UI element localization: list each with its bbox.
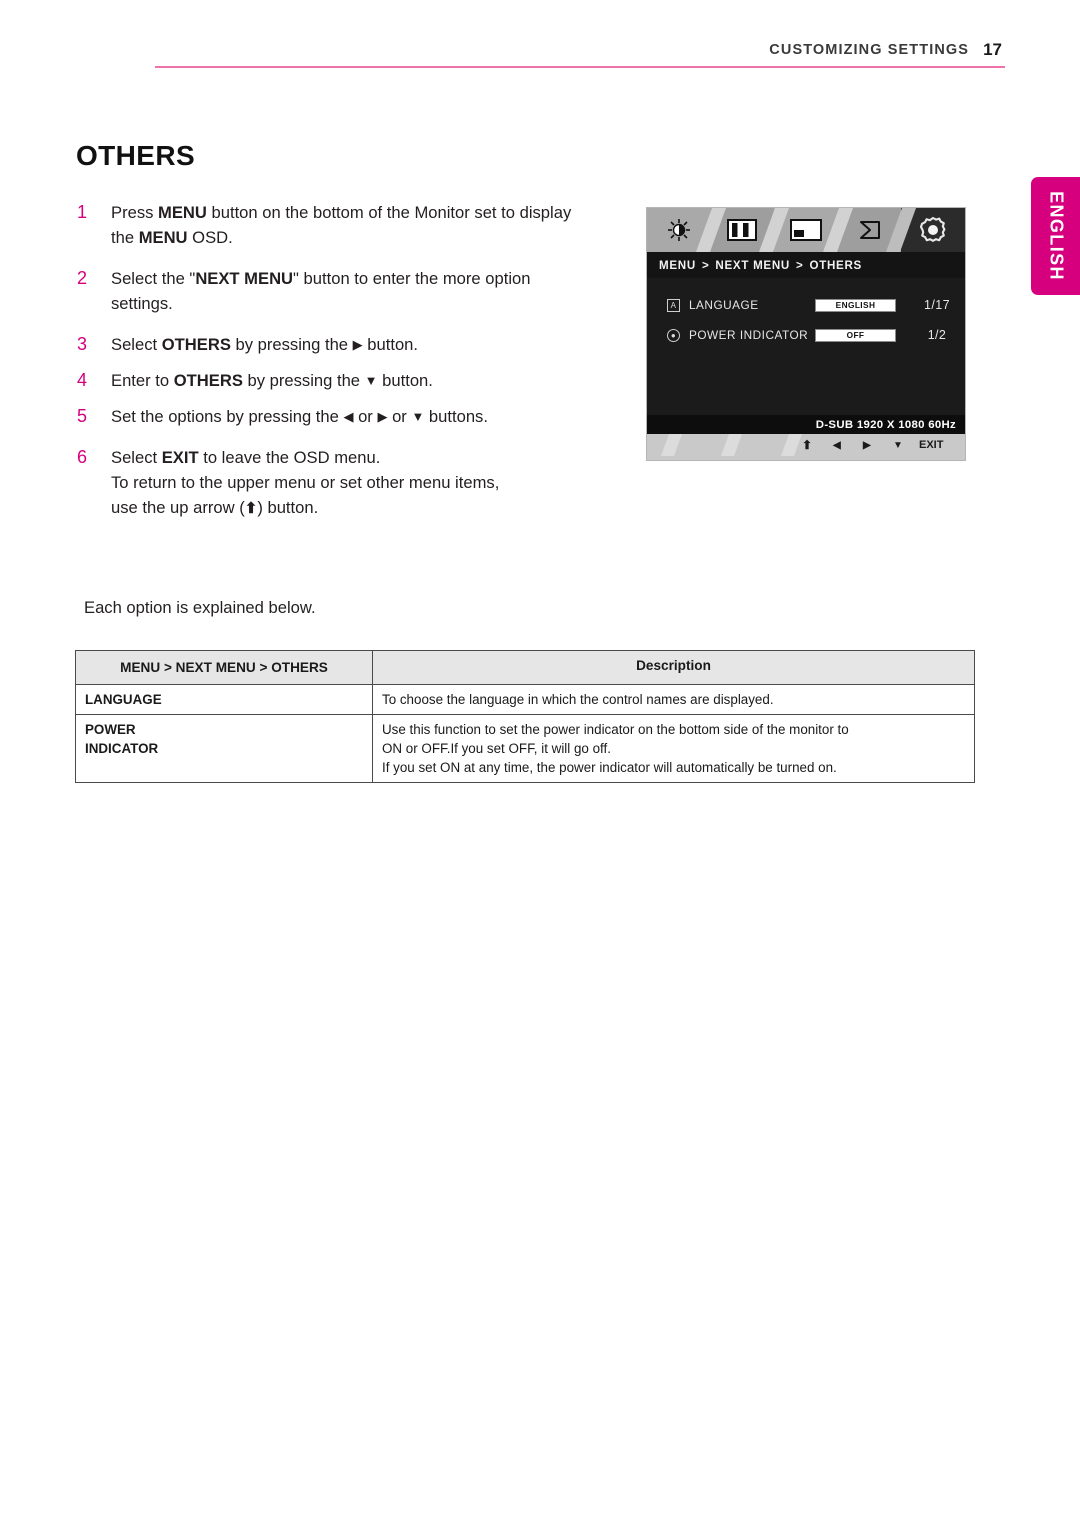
osd-button-down[interactable]: ▼ [893,440,903,451]
desc-line: If you set ON at any time, the power ind… [382,760,837,775]
picture-icon [789,219,822,241]
foot-divider-1 [660,434,683,456]
osd-item-label-power-indicator: POWER INDICATOR [689,328,809,342]
steps-list: 1 Press MENU button on the bottom of the… [74,200,574,537]
step-number-5: 5 [77,406,88,426]
step-number-2: 2 [77,268,88,288]
breadcrumb-sep-2: > [796,258,804,272]
osd-button-exit[interactable]: EXIT [919,439,943,451]
right-arrow-icon: ▶ [352,337,363,352]
table-cell-key-language: LANGUAGE [75,684,373,715]
osd-menu-item-power-indicator[interactable]: ● POWER INDICATOR OFF 1/2 [647,323,965,347]
speaker-icon [859,221,880,239]
running-header-title: CUSTOMIZING SETTINGS [769,42,970,58]
step-number-3: 3 [77,334,88,354]
up-arrow-icon: ⬆ [244,500,258,517]
power-indicator-icon: ● [667,328,680,342]
page-header: CUSTOMIZING SETTINGS 17 [0,40,1080,80]
osd-breadcrumb: MENU > NEXT MENU > OTHERS [647,252,965,278]
contrast-icon [727,219,758,241]
table-cell-desc-power-indicator: Use this function to set the power indic… [372,714,975,783]
osd-menu-item-language[interactable]: A LANGUAGE ENGLISH 1/17 [647,293,965,317]
breadcrumb-leaf: OTHERS [809,258,862,272]
step-number-1: 1 [77,202,88,222]
step-text-1: Press MENU button on the bottom of the M… [111,203,572,247]
step-text-6: Select EXIT to leave the OSD menu. To ret… [111,448,500,517]
left-arrow-icon: ◀ [343,409,354,424]
step-item-5: 5 Set the options by pressing the ◀ or ▶… [74,404,574,429]
key-line-1: POWER [85,722,136,737]
osd-item-label-language: LANGUAGE [689,298,759,312]
table-cell-key-power-indicator: POWER INDICATOR [75,714,373,783]
table-row: LANGUAGE To choose the language in which… [75,684,975,715]
brightness-icon [667,219,690,241]
step-item-6: 6 Select EXIT to leave the OSD menu. To r… [74,445,574,521]
osd-tab-bar [647,208,965,252]
step-text-2: Select the "NEXT MENU" button to enter t… [111,269,531,313]
desc-line: ON or OFF.If you set OFF, it will go off… [382,741,611,756]
table-cell-desc-language: To choose the language in which the cont… [372,684,975,715]
step-item-4: 4 Enter to OTHERS by pressing the ▼ butt… [74,368,574,393]
osd-item-value-power-indicator[interactable]: OFF [815,328,896,342]
osd-item-count-language: 1/17 [924,298,950,312]
breadcrumb-sep-1: > [701,258,710,272]
osd-button-up[interactable]: ⬆ [802,438,812,452]
language-side-tab: ENGLISH [1031,177,1080,295]
down-arrow-icon-2: ▼ [411,409,425,424]
step-number-6: 6 [77,447,88,467]
options-table: MENU > NEXT MENU > OTHERS Description LA… [75,650,975,783]
step-item-3: 3 Select OTHERS by pressing the ▶ button… [74,332,574,357]
osd-item-value-language[interactable]: ENGLISH [815,298,896,312]
language-side-tab-label: ENGLISH [1046,191,1066,281]
foot-divider-3 [780,434,803,456]
page-title: OTHERS [76,140,196,171]
gear-icon [920,216,946,242]
step-text-5: Set the options by pressing the ◀ or ▶ o… [111,407,488,426]
step-item-1: 1 Press MENU button on the bottom of the… [74,200,574,250]
osd-source-info: D-SUB 1920 X 1080 60Hz [647,415,965,434]
desc-line: Use this function to set the power indic… [382,722,849,737]
right-arrow-icon-2: ▶ [377,409,388,424]
step-item-2: 2 Select the "NEXT MENU" button to enter… [74,266,574,316]
explanation-note: Each option is explained below. [84,598,316,617]
osd-button-bar: ⬆ ◀ ▶ ▼ EXIT [647,434,965,456]
step-text-3: Select OTHERS by pressing the ▶ button. [111,335,419,354]
osd-button-left[interactable]: ◀ [833,440,841,451]
table-header-row: MENU > NEXT MENU > OTHERS Description [75,650,975,685]
osd-tab-settings[interactable] [886,208,965,252]
osd-body: A LANGUAGE ENGLISH 1/17 ● POWER INDICATO… [647,278,965,434]
step-number-4: 4 [77,370,88,390]
key-line-2: INDICATOR [85,741,159,756]
header-rule [155,66,1005,68]
table-header-menu-path: MENU > NEXT MENU > OTHERS [75,650,373,685]
osd-item-count-power-indicator: 1/2 [927,328,947,342]
breadcrumb-mid: NEXT MENU [715,258,790,272]
osd-preview: MENU > NEXT MENU > OTHERS A LANGUAGE ENG… [646,207,966,461]
table-header-description: Description [372,650,975,685]
breadcrumb-root: MENU [659,258,696,272]
foot-divider-2 [720,434,743,456]
step-text-4: Enter to OTHERS by pressing the ▼ button… [111,371,433,390]
running-header: CUSTOMIZING SETTINGS 17 [769,40,1002,60]
page-number: 17 [983,40,1002,59]
table-row: POWER INDICATOR Use this function to set… [75,714,975,783]
osd-button-right[interactable]: ▶ [863,440,871,451]
down-arrow-icon: ▼ [364,373,378,388]
desc-line: To choose the language in which the cont… [382,692,774,707]
language-icon: A [667,298,680,312]
